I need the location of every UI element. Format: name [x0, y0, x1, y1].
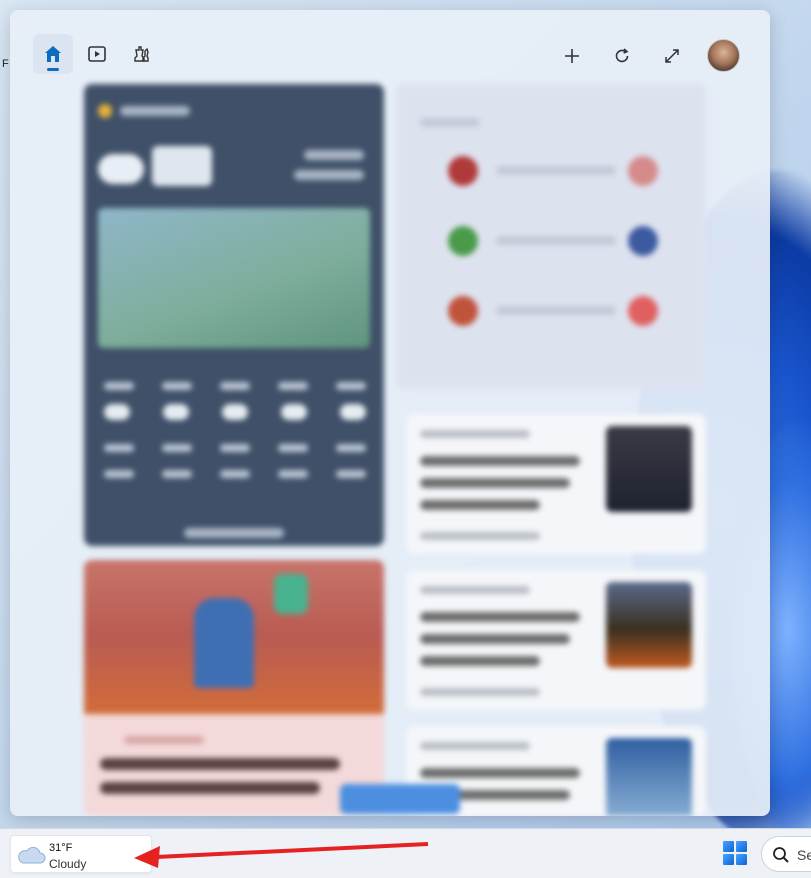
expand-icon	[665, 49, 679, 63]
widgets-header	[10, 10, 770, 88]
expand-button[interactable]	[656, 40, 688, 72]
annotation-arrow	[134, 842, 429, 868]
refresh-icon	[615, 48, 629, 63]
see-more-pill	[340, 784, 460, 814]
add-widget-button[interactable]	[556, 40, 588, 72]
news-card-1	[406, 414, 706, 554]
home-icon	[45, 46, 61, 62]
tab-video[interactable]	[77, 34, 117, 74]
news-feed-blurred	[84, 84, 770, 816]
windows-start-icon[interactable]	[723, 841, 747, 865]
cloud-icon	[18, 846, 46, 864]
desktop-edge-text: F	[2, 58, 9, 70]
news-card-2	[406, 570, 706, 710]
game-icon	[134, 46, 149, 62]
search-placeholder: Se	[797, 847, 811, 863]
widgets-panel	[10, 10, 770, 816]
photo-news-card	[84, 560, 384, 816]
weather-temperature: 31°F	[49, 842, 73, 854]
taskbar-search-box[interactable]: Se	[761, 836, 811, 872]
weather-condition: Cloudy	[49, 857, 87, 871]
tab-games[interactable]	[121, 34, 161, 74]
search-icon	[773, 847, 789, 863]
profile-avatar[interactable]	[707, 39, 740, 72]
video-icon	[88, 46, 106, 62]
sports-card	[396, 84, 706, 389]
tab-home[interactable]	[33, 34, 73, 74]
weather-card	[84, 84, 384, 546]
refresh-button[interactable]	[606, 40, 638, 72]
add-icon	[565, 49, 579, 63]
